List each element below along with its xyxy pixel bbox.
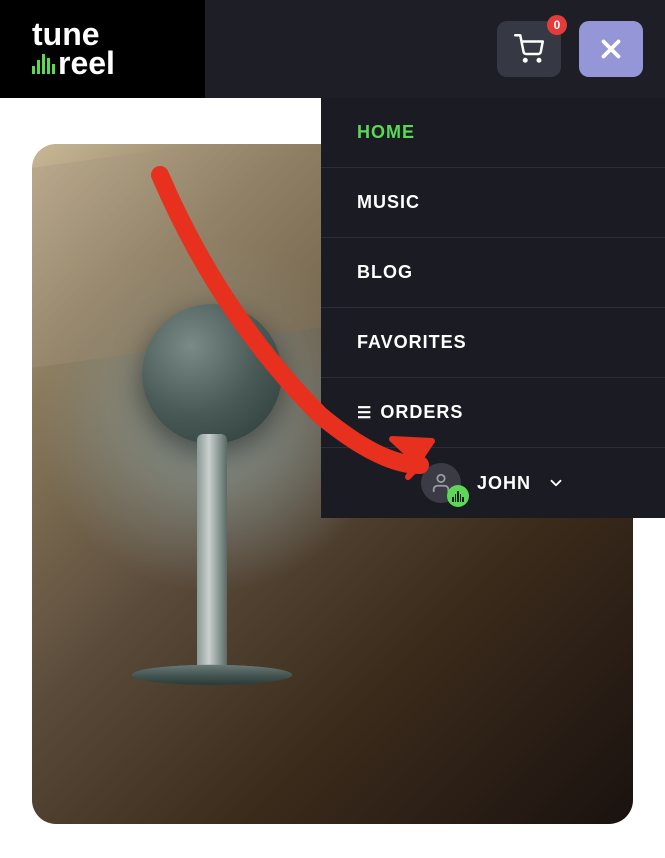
soundwave-icon xyxy=(32,52,55,74)
close-icon xyxy=(596,34,626,64)
nav-label: FAVORITES xyxy=(357,332,467,353)
nav-label: ORDERS xyxy=(380,402,463,423)
logo-container: tune reel xyxy=(0,0,205,98)
user-menu-toggle[interactable]: JOHN xyxy=(321,448,665,518)
nav-item-home[interactable]: HOME xyxy=(321,98,665,168)
chevron-down-icon xyxy=(547,474,565,492)
microphone-head xyxy=(142,304,282,444)
brand-line2-wrap: reel xyxy=(32,49,115,78)
cart-count-badge: 0 xyxy=(547,15,567,35)
app-header: tune reel 0 xyxy=(0,0,665,98)
nav-item-favorites[interactable]: FAVORITES xyxy=(321,308,665,378)
nav-label: MUSIC xyxy=(357,192,420,213)
close-menu-button[interactable] xyxy=(579,21,643,77)
navigation-menu: HOME MUSIC BLOG FAVORITES ☰ ORDERS JOHN xyxy=(321,98,665,518)
cart-icon xyxy=(514,34,544,64)
nav-item-orders[interactable]: ☰ ORDERS xyxy=(321,378,665,448)
user-name-label: JOHN xyxy=(477,473,531,494)
nav-item-music[interactable]: MUSIC xyxy=(321,168,665,238)
microphone-base xyxy=(124,665,299,685)
brand-line2: reel xyxy=(58,49,115,78)
microphone-stand xyxy=(197,434,227,674)
nav-label: BLOG xyxy=(357,262,413,283)
brand-logo[interactable]: tune reel xyxy=(32,20,115,78)
soundwave-badge-icon xyxy=(447,485,469,507)
nav-label: HOME xyxy=(357,122,415,143)
header-actions: 0 xyxy=(497,21,665,77)
cart-button[interactable]: 0 xyxy=(497,21,561,77)
list-icon: ☰ xyxy=(357,403,372,423)
nav-item-blog[interactable]: BLOG xyxy=(321,238,665,308)
avatar-container xyxy=(421,463,461,503)
